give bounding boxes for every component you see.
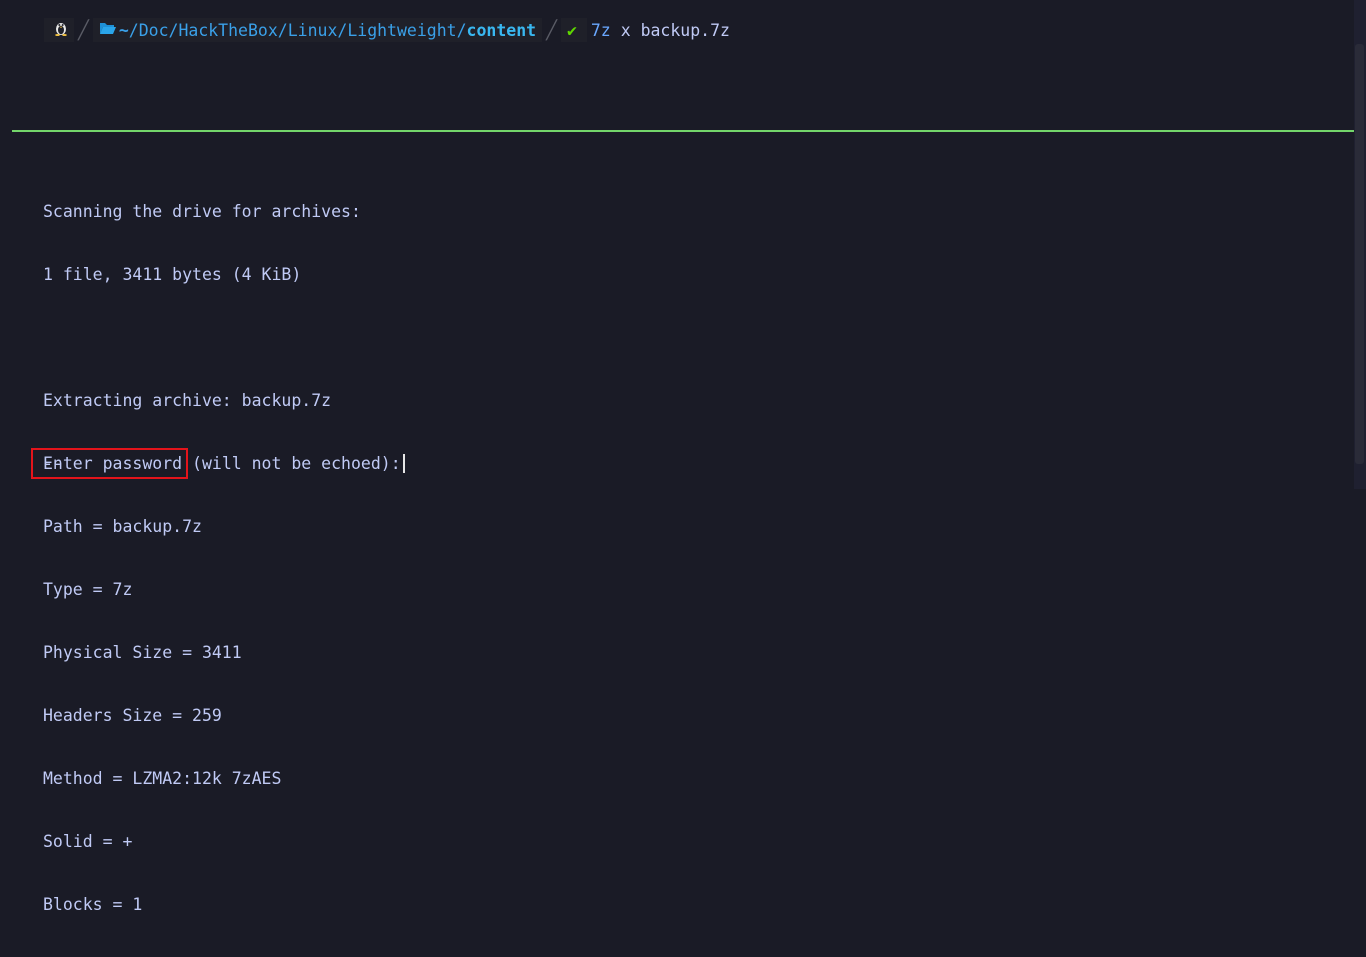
check-icon: ✔ bbox=[566, 20, 577, 40]
os-segment bbox=[44, 18, 74, 42]
output-line: 1 file, 3411 bytes (4 KiB) bbox=[43, 265, 302, 284]
scrollbar[interactable] bbox=[1354, 0, 1366, 489]
output-line: Physical Size = 3411 bbox=[43, 643, 242, 662]
command-argument: backup.7z bbox=[640, 20, 730, 40]
linux-tux-icon bbox=[54, 20, 68, 40]
prompt-divider bbox=[12, 130, 1354, 132]
password-prompt[interactable]: Enter password (will not be echoed): bbox=[43, 453, 405, 474]
terminal-window[interactable]: ╱ ~/Doc/HackTheBox/Linux/Lightweight/con… bbox=[0, 0, 1366, 914]
output-line: Path = backup.7z bbox=[43, 517, 202, 536]
path-middle: /Doc/HackTheBox/Linux/Lightweight/ bbox=[128, 20, 467, 40]
text-cursor[interactable] bbox=[402, 454, 405, 473]
scrollbar-thumb[interactable] bbox=[1355, 44, 1364, 464]
segment-separator: ╱ bbox=[546, 19, 557, 41]
password-prompt-label: Enter password bbox=[43, 454, 183, 473]
output-line: Extracting archive: backup.7z bbox=[43, 391, 332, 410]
output-line: Solid = + bbox=[43, 832, 133, 851]
folder-open-icon bbox=[99, 21, 117, 39]
output-line: Headers Size = 259 bbox=[43, 706, 222, 725]
directory-segment: ~/Doc/HackTheBox/Linux/Lightweight/conte… bbox=[92, 18, 543, 42]
status-segment: ✔ bbox=[560, 18, 587, 42]
path-current-dir: content bbox=[466, 20, 537, 40]
segment-separator: ╱ bbox=[78, 19, 89, 41]
output-line: Scanning the drive for archives: bbox=[43, 202, 361, 221]
command-output: Scanning the drive for archives: 1 file,… bbox=[43, 159, 361, 957]
command-line[interactable]: 7z x backup.7z bbox=[591, 21, 730, 40]
command-name: 7z bbox=[590, 20, 611, 40]
shell-prompt: ╱ ~/Doc/HackTheBox/Linux/Lightweight/con… bbox=[44, 18, 730, 42]
output-line: Blocks = 1 bbox=[43, 895, 143, 914]
password-prompt-rest: (will not be echoed): bbox=[182, 454, 401, 473]
path-home: ~ bbox=[118, 20, 129, 40]
output-line: Type = 7z bbox=[43, 580, 133, 599]
command-subcommand: x bbox=[620, 20, 631, 40]
output-line: Method = LZMA2:12k 7zAES bbox=[43, 769, 282, 788]
